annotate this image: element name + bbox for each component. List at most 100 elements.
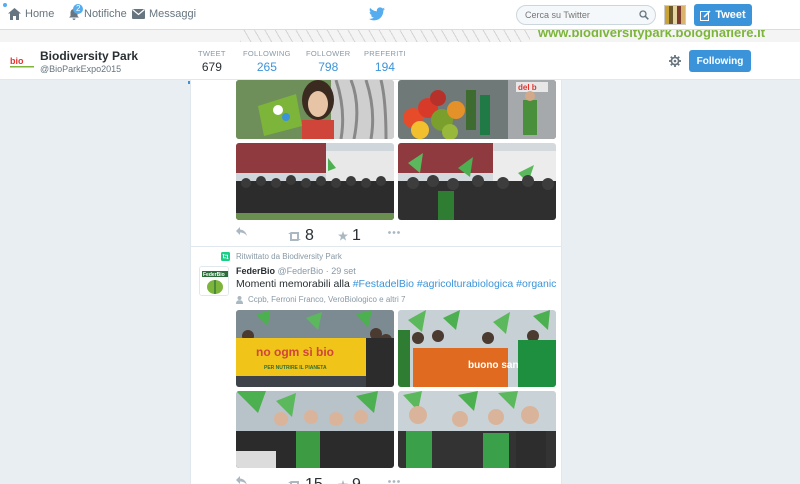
tweet-date[interactable]: 29 set	[331, 266, 356, 276]
retweet-action[interactable]: 15	[288, 476, 323, 484]
stat-value: 265	[256, 60, 277, 74]
new-indicator-dot	[3, 3, 7, 7]
profile-name[interactable]: Biodiversity Park	[40, 49, 138, 63]
author-handle[interactable]: @FederBio	[278, 266, 324, 276]
profile-header-banner: www.biodiversitypark.bolognafiere.it	[0, 30, 800, 42]
nav-home[interactable]: Home	[8, 8, 54, 20]
photo-banner2-text: buono sano	[468, 360, 525, 371]
retweeted-by-label: Ritwittato da Biodiversity Park	[236, 252, 342, 261]
user-avatar[interactable]	[664, 5, 686, 25]
top-navigation: Home 2 Notifiche Messaggi Tweet	[0, 0, 800, 30]
tweet-photo[interactable]: buono sano	[398, 310, 556, 387]
retweet-count: 15	[305, 476, 323, 484]
nav-messages-label: Messaggi	[149, 8, 197, 20]
nav-notifications[interactable]: 2 Notifiche	[68, 4, 127, 20]
tagged-users-label: Ccpb, Ferroni Franco, VeroBiologico e al…	[248, 295, 406, 304]
nav-notifications-label: Notifiche	[84, 8, 127, 20]
timeline: del b 8 1 Ritwittato da Biodiversity Par…	[190, 80, 562, 484]
search-icon[interactable]	[639, 10, 649, 20]
star-icon	[338, 480, 348, 484]
photo-vegetables: del b	[398, 80, 556, 139]
notification-badge: 2	[73, 4, 84, 14]
favorite-count: 1	[352, 227, 361, 244]
more-icon	[388, 480, 400, 483]
tweet-divider	[191, 246, 561, 247]
tweet-photo[interactable]	[236, 391, 394, 468]
tweet-photo[interactable]	[236, 80, 394, 139]
stat-label: TWEET	[198, 49, 226, 58]
stat-label: FOLLOWING	[243, 49, 291, 58]
photo-group-selfie	[398, 391, 556, 468]
favorite-action[interactable]: 9	[338, 476, 361, 484]
logo-wordmark: bio	[10, 56, 24, 66]
search-box[interactable]	[516, 5, 656, 25]
reply-action[interactable]	[236, 476, 247, 484]
following-button[interactable]: Following	[689, 50, 751, 72]
photo-banner-text: no ogm sì bio	[256, 345, 334, 359]
stat-following[interactable]: FOLLOWING 265	[243, 49, 291, 74]
tweet-header: FederBio @FederBio · 29 set	[236, 266, 356, 276]
photo-woman-sign	[236, 80, 394, 139]
retweeted-by[interactable]: Ritwittato da Biodiversity Park	[221, 252, 342, 261]
retweet-count: 8	[305, 227, 314, 244]
author-name[interactable]: FederBio	[236, 266, 275, 276]
compose-icon	[700, 9, 711, 21]
nav-messages[interactable]: Messaggi	[132, 8, 196, 20]
bio-logo-icon: bio	[10, 56, 34, 68]
stat-favorites[interactable]: PREFERITI 194	[364, 49, 406, 74]
svg-text:FederBio: FederBio	[203, 272, 225, 278]
more-action[interactable]	[388, 231, 400, 234]
compose-tweet-button[interactable]: Tweet	[694, 4, 752, 26]
stat-label: PREFERITI	[364, 49, 406, 58]
retweet-badge-icon	[221, 252, 230, 261]
federbio-logo-icon: FederBio	[200, 267, 228, 295]
nav-home-label: Home	[25, 8, 55, 20]
reply-icon	[236, 227, 247, 236]
banner-artwork	[240, 30, 530, 42]
more-icon	[388, 231, 400, 234]
banner-url-text: www.biodiversitypark.bolognafiere.it	[538, 30, 766, 40]
twitter-bird-icon[interactable]	[369, 7, 385, 21]
stat-value: 798	[318, 60, 339, 74]
tweet-photo[interactable]	[236, 143, 394, 220]
stat-followers[interactable]: FOLLOWER 798	[306, 49, 351, 74]
photo-buono-sano-banner: buono sano	[398, 310, 556, 387]
tweet-photo[interactable]	[398, 391, 556, 468]
search-input[interactable]	[525, 10, 635, 20]
stat-value: 194	[374, 60, 395, 74]
tweet-photo[interactable]: no ogm sì bio PER NUTRIRE IL PIANETA	[236, 310, 394, 387]
retweet-action[interactable]: 8	[288, 227, 314, 245]
envelope-icon	[132, 9, 145, 19]
profile-logo[interactable]: bio	[10, 54, 34, 68]
photo-crowd-flags	[398, 143, 556, 220]
compose-tweet-label: Tweet	[715, 9, 746, 21]
reply-action[interactable]	[236, 227, 247, 236]
retweet-icon	[288, 231, 301, 241]
star-icon	[338, 231, 348, 241]
retweet-icon	[288, 480, 299, 484]
stat-label: FOLLOWER	[306, 49, 351, 58]
tweet-hashtags[interactable]: #FestadelBio #agricolturabiologica #orga…	[353, 278, 557, 290]
gear-icon[interactable]	[669, 55, 681, 67]
photo-banner-sub: PER NUTRIRE IL PIANETA	[264, 365, 327, 371]
tweet-photo[interactable]: del b	[398, 80, 556, 139]
tweet-photo[interactable]	[398, 143, 556, 220]
stat-tweets[interactable]: TWEET 679	[188, 49, 236, 84]
home-icon	[8, 8, 21, 20]
svg-text:del b: del b	[518, 83, 537, 92]
photo-no-ogm-banner: no ogm sì bio PER NUTRIRE IL PIANETA	[236, 310, 394, 387]
reply-icon	[236, 476, 247, 484]
photo-crowd-building	[236, 143, 394, 220]
favorite-action[interactable]: 1	[338, 227, 361, 245]
stat-value: 679	[201, 60, 222, 74]
tagged-users[interactable]: Ccpb, Ferroni Franco, VeroBiologico e al…	[236, 295, 405, 304]
photo-group-flags	[236, 391, 394, 468]
author-avatar[interactable]: FederBio	[199, 266, 229, 296]
tweet-text-plain: Momenti memorabili alla	[236, 278, 353, 290]
more-action[interactable]	[388, 480, 400, 483]
profile-nav-bar: bio Biodiversity Park @BioParkExpo2015 T…	[0, 42, 800, 84]
profile-handle: @BioParkExpo2015	[40, 64, 122, 74]
tweet-text: Momenti memorabili alla #FestadelBio #ag…	[236, 278, 556, 290]
person-icon	[236, 295, 243, 304]
favorite-count: 9	[352, 476, 361, 484]
